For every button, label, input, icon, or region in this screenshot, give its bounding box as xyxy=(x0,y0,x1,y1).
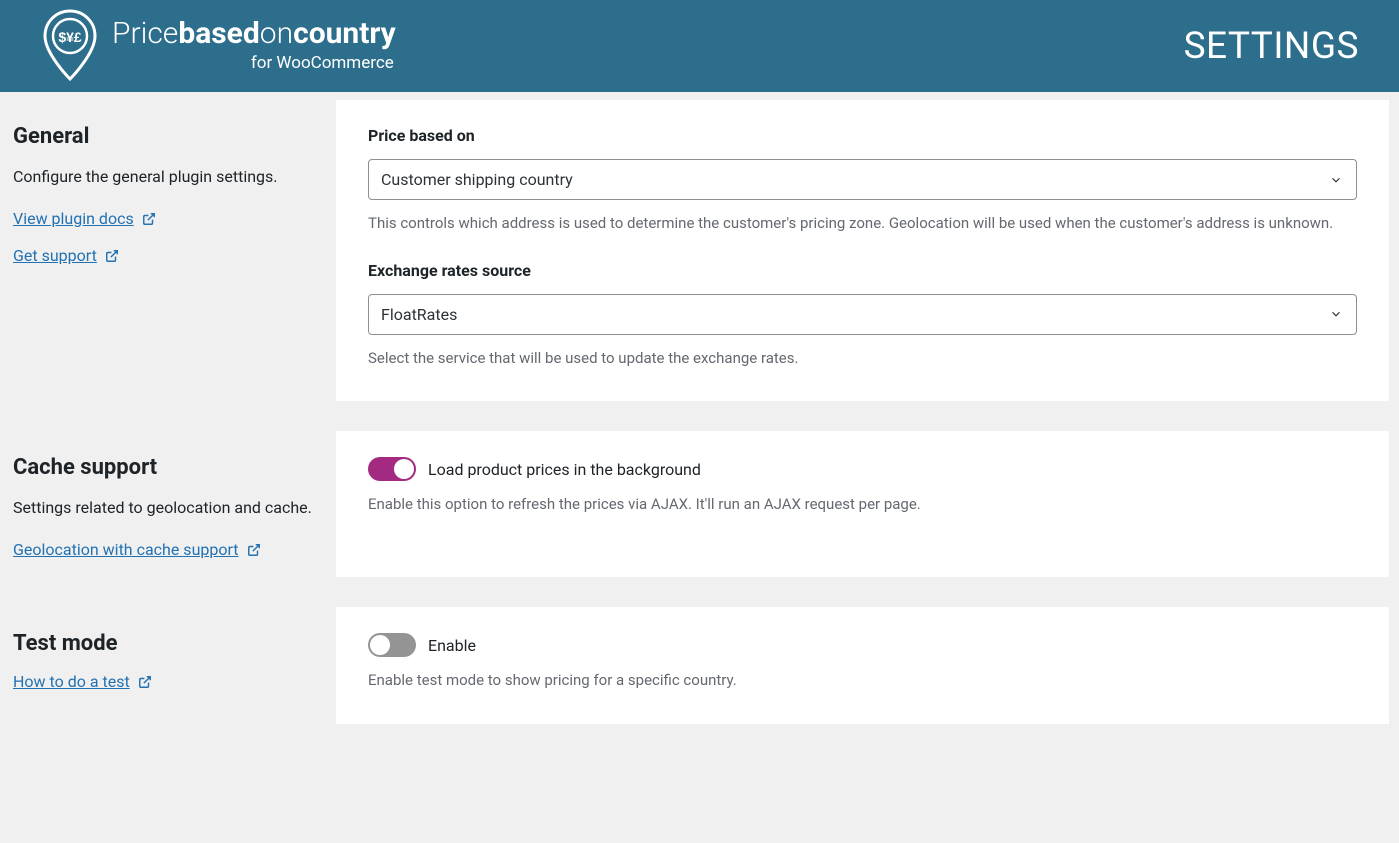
field-label: Price based on xyxy=(368,126,1357,145)
toggle-label: Enable xyxy=(428,636,476,655)
logo-text-part4: country xyxy=(293,16,396,51)
select-value: FloatRates xyxy=(368,294,1357,335)
field-helper: This controls which address is used to d… xyxy=(368,212,1357,235)
toggle-helper: Enable test mode to show pricing for a s… xyxy=(368,669,1357,692)
select-price-based-on[interactable]: Customer shipping country xyxy=(368,159,1357,200)
toggle-load-prices-background[interactable] xyxy=(368,457,416,481)
section-cache-description: Settings related to geolocation and cach… xyxy=(13,496,324,520)
section-testmode-sidebar: Test mode How to do a test xyxy=(0,607,336,724)
external-link-icon xyxy=(105,249,119,263)
field-exchange-rates: Exchange rates source FloatRates Select … xyxy=(368,261,1357,370)
plugin-logo-icon: $¥£ xyxy=(40,9,100,83)
toggle-knob xyxy=(370,635,390,655)
section-testmode: Test mode How to do a test Enable Enable… xyxy=(0,607,1399,724)
link-view-plugin-docs[interactable]: View plugin docs xyxy=(13,209,324,228)
section-testmode-panel: Enable Enable test mode to show pricing … xyxy=(336,607,1389,724)
select-value: Customer shipping country xyxy=(368,159,1357,200)
toggle-helper: Enable this option to refresh the prices… xyxy=(368,493,1357,516)
settings-content: General Configure the general plugin set… xyxy=(0,92,1399,778)
section-general-sidebar: General Configure the general plugin set… xyxy=(0,100,336,401)
link-label: How to do a test xyxy=(13,672,130,691)
link-label: View plugin docs xyxy=(13,209,134,228)
field-price-based-on: Price based on Customer shipping country… xyxy=(368,126,1357,235)
logo-subtitle: for WooCommerce xyxy=(112,53,394,73)
toggle-label: Load product prices in the background xyxy=(428,460,701,479)
toggle-knob xyxy=(394,459,414,479)
section-general-title: General xyxy=(13,124,324,149)
svg-text:$¥£: $¥£ xyxy=(58,29,82,45)
section-cache-panel: Load product prices in the background En… xyxy=(336,431,1389,577)
section-cache: Cache support Settings related to geoloc… xyxy=(0,431,1399,577)
logo-text-part1: Price xyxy=(112,16,178,51)
section-general: General Configure the general plugin set… xyxy=(0,100,1399,401)
field-label: Exchange rates source xyxy=(368,261,1357,280)
section-general-panel: Price based on Customer shipping country… xyxy=(336,100,1389,401)
link-label: Geolocation with cache support xyxy=(13,540,239,559)
page-title: SETTINGS xyxy=(1184,25,1359,68)
link-geolocation-cache[interactable]: Geolocation with cache support xyxy=(13,540,324,559)
toggle-row-load-prices: Load product prices in the background xyxy=(368,457,1357,481)
link-label: Get support xyxy=(13,246,97,265)
toggle-testmode-enable[interactable] xyxy=(368,633,416,657)
header-bar: $¥£ Pricebasedoncountry for WooCommerce … xyxy=(0,0,1399,92)
toggle-row-testmode: Enable xyxy=(368,633,1357,657)
section-general-description: Configure the general plugin settings. xyxy=(13,165,324,189)
logo-text-part2: based xyxy=(178,16,259,51)
link-how-to-test[interactable]: How to do a test xyxy=(13,672,324,691)
select-exchange-rates[interactable]: FloatRates xyxy=(368,294,1357,335)
logo-text: Pricebasedoncountry for WooCommerce xyxy=(112,19,396,73)
field-helper: Select the service that will be used to … xyxy=(368,347,1357,370)
link-get-support[interactable]: Get support xyxy=(13,246,324,265)
section-cache-sidebar: Cache support Settings related to geoloc… xyxy=(0,431,336,577)
external-link-icon xyxy=(142,212,156,226)
external-link-icon xyxy=(247,543,261,557)
logo: $¥£ Pricebasedoncountry for WooCommerce xyxy=(40,9,396,83)
section-testmode-title: Test mode xyxy=(13,631,324,656)
external-link-icon xyxy=(138,675,152,689)
logo-text-part3: on xyxy=(260,16,293,51)
section-cache-title: Cache support xyxy=(13,455,324,480)
